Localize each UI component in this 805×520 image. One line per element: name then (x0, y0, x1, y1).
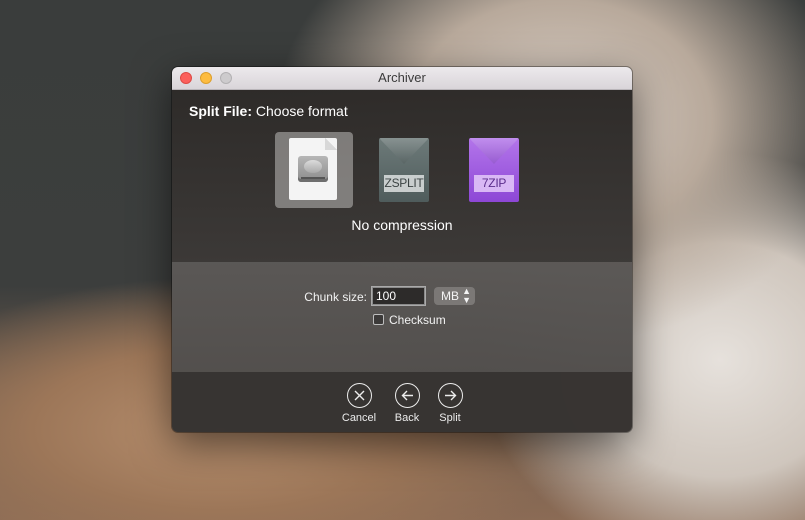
selected-format-caption: No compression (351, 217, 453, 233)
checksum-checkbox[interactable] (373, 314, 384, 325)
split-label: Split (439, 412, 461, 424)
minimize-window-button[interactable] (200, 72, 212, 84)
step-heading: Split File: Choose format (189, 103, 348, 119)
format-7zip[interactable]: 7ZIP (455, 132, 533, 208)
split-button[interactable]: Split (420, 383, 480, 425)
close-circle-icon (346, 383, 372, 408)
step-heading-bold: Split File: (189, 103, 252, 119)
zoom-window-button[interactable] (220, 72, 232, 84)
checksum-label[interactable]: Checksum (389, 313, 446, 327)
format-zsplit[interactable]: ZSPLIT (365, 132, 443, 208)
envelope-flap (379, 138, 429, 164)
chunk-size-label: Chunk size: (304, 290, 367, 304)
close-window-button[interactable] (180, 72, 192, 84)
hard-disk-glyph (298, 156, 328, 182)
zsplit-envelope-icon: ZSPLIT (379, 138, 429, 202)
step-heading-rest: Choose format (252, 103, 348, 119)
window-title: Archiver (378, 70, 426, 85)
archiver-window: Archiver Split File: Choose format ZSPLI… (172, 67, 632, 432)
title-bar[interactable]: Archiver (172, 67, 632, 90)
zsplit-badge: ZSPLIT (384, 175, 424, 192)
format-no-compression[interactable] (275, 132, 353, 208)
7zip-envelope-icon: 7ZIP (469, 138, 519, 202)
envelope-flap (469, 138, 519, 164)
arrow-left-icon (394, 383, 420, 408)
7zip-badge: 7ZIP (474, 175, 514, 192)
updown-chevron-icon: ▲ ▼ (462, 286, 471, 305)
unit-select-value: MB (441, 289, 459, 303)
chunk-size-input[interactable] (371, 286, 426, 306)
disk-document-icon (289, 138, 337, 200)
arrow-right-icon (437, 383, 463, 408)
unit-select[interactable]: MB ▲ ▼ (434, 287, 475, 305)
